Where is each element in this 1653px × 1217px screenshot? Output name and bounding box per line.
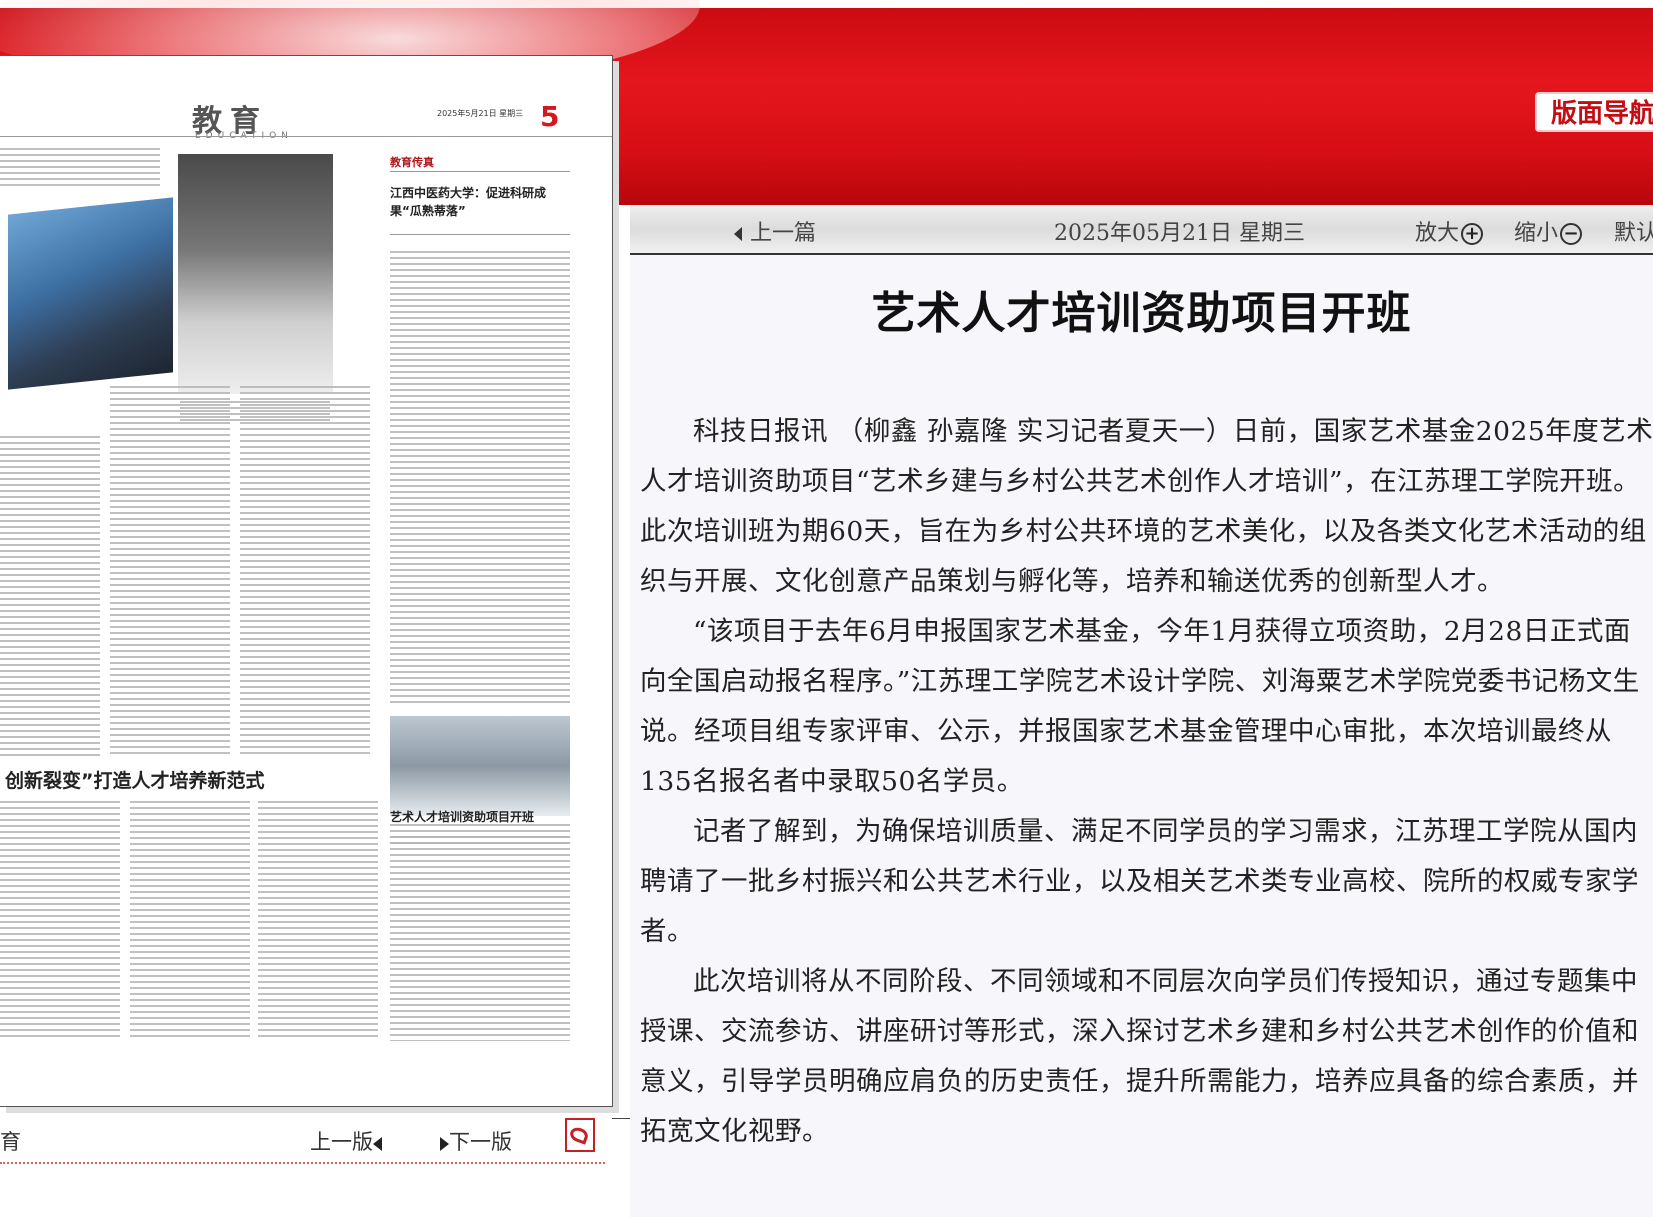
column-headline[interactable]: 江西中医药大学：促进科研成果“瓜熟蒂落” [390, 184, 560, 220]
article-paragraph: 记者了解到，为确保培训质量、满足不同学员的学习需求，江苏理工学院从国内聘请了一批… [640, 816, 1639, 947]
page-date: 2025年5月21日 星期三 [437, 109, 524, 118]
page-number: 5 [540, 100, 560, 133]
article-paragraph: 科技日报讯 （柳鑫 孙嘉隆 实习记者夏天一）日前，国家艺术基金2025年度艺术人… [640, 416, 1653, 597]
text-block[interactable] [390, 836, 570, 1041]
pdf-download-icon[interactable] [565, 1118, 595, 1152]
column-label: 教育传真 [390, 156, 434, 169]
text-block[interactable] [240, 386, 370, 756]
article-toolbar: 上一篇 2025年05月21日 星期三 放大 + 缩小 − 默认 [630, 205, 1653, 255]
next-page-link[interactable]: 下一版 [440, 1126, 512, 1156]
column-rule [390, 171, 570, 172]
minus-circle-icon: − [1560, 223, 1583, 245]
chevron-right-icon [440, 1136, 449, 1151]
divider [612, 1118, 630, 1119]
main-headline[interactable]: 创新裂变”打造人才培养新范式 [5, 766, 265, 793]
photo-technicians[interactable] [8, 197, 173, 390]
article-paragraph: 此次培训将从不同阶段、不同领域和不同层次向学员们传授知识，通过专题集中授课、交流… [640, 966, 1639, 1147]
issue-date: 2025年05月21日 星期三 [1054, 221, 1305, 246]
text-block[interactable] [0, 148, 160, 188]
text-block[interactable] [0, 801, 120, 1041]
default-size-button[interactable]: 默认 [1614, 215, 1653, 247]
article-body: 科技日报讯 （柳鑫 孙嘉隆 实习记者夏天一）日前，国家艺术基金2025年度艺术人… [640, 407, 1653, 1157]
chevron-left-icon [373, 1136, 382, 1151]
layout-nav-button[interactable]: 版面导航 [1535, 92, 1653, 132]
plus-circle-icon: + [1461, 223, 1484, 245]
prev-page-link[interactable]: 上一版 [310, 1126, 382, 1156]
photo-lab-scanner[interactable] [178, 154, 333, 394]
zoom-in-button[interactable]: 放大 + [1415, 215, 1484, 247]
photo-lab-researchers[interactable] [390, 716, 570, 816]
header-rule [0, 136, 612, 137]
chevron-left-icon [734, 227, 742, 241]
article-panel: 艺术人才培训资助项目开班 科技日报讯 （柳鑫 孙嘉隆 实习记者夏天一）日前，国家… [630, 255, 1653, 1217]
page-nav-left-label: 育 [0, 1130, 21, 1154]
prev-article-link[interactable]: 上一篇 [734, 215, 816, 247]
zoom-in-label: 放大 [1415, 221, 1460, 246]
prev-page-label: 上一版 [310, 1130, 373, 1154]
text-block[interactable] [390, 251, 570, 706]
next-page-label: 下一版 [449, 1130, 512, 1154]
text-block[interactable] [130, 801, 250, 1041]
page-nav: 育 上一版 下一版 [0, 1118, 605, 1164]
zoom-out-label: 缩小 [1514, 221, 1559, 246]
newspaper-page-image[interactable]: 教育 EDUCATION 2025年5月21日 星期三 5 教育传真 江西中医药… [0, 55, 613, 1107]
zoom-out-button[interactable]: 缩小 − [1514, 215, 1583, 247]
article-paragraph: “该项目于去年6月申报国家艺术基金，今年1月获得立项资助，2月28日正式面向全国… [640, 616, 1640, 797]
column-rule [390, 234, 570, 235]
prev-article-label: 上一篇 [750, 221, 817, 246]
text-block[interactable] [110, 386, 230, 756]
text-block[interactable] [258, 801, 378, 1041]
small-headline[interactable]: 艺术人才培训资助项目开班 [390, 808, 534, 825]
article-title: 艺术人才培训资助项目开班 [871, 288, 1412, 339]
text-block[interactable] [0, 436, 100, 756]
